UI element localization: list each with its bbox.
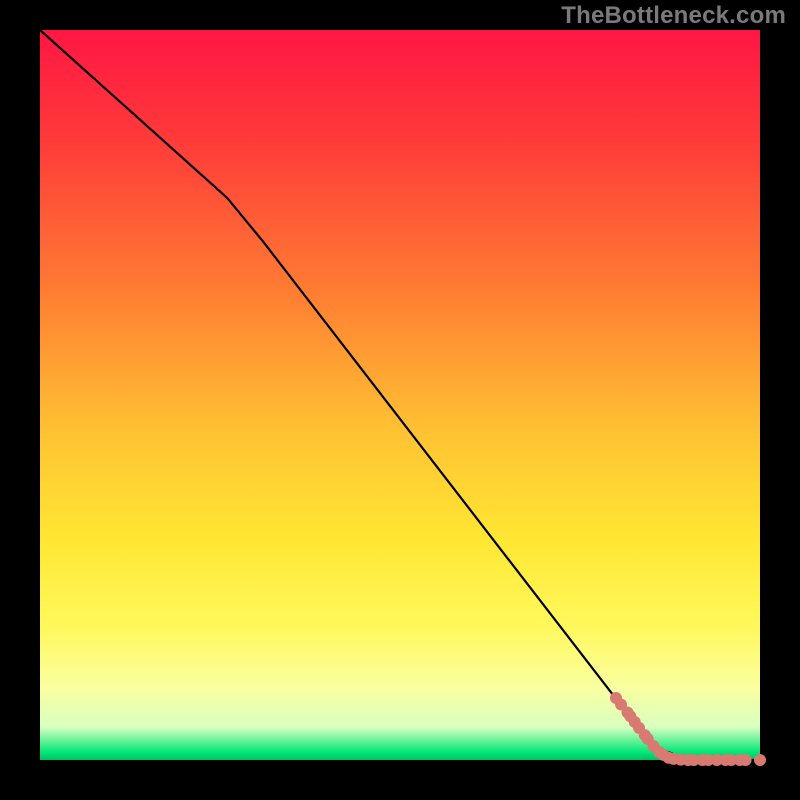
chart-svg [0,0,800,800]
data-point [754,754,766,766]
chart-container: TheBottleneck.com [0,0,800,800]
data-point [740,754,752,766]
plot-area [40,30,760,760]
attribution-text: TheBottleneck.com [561,2,786,30]
